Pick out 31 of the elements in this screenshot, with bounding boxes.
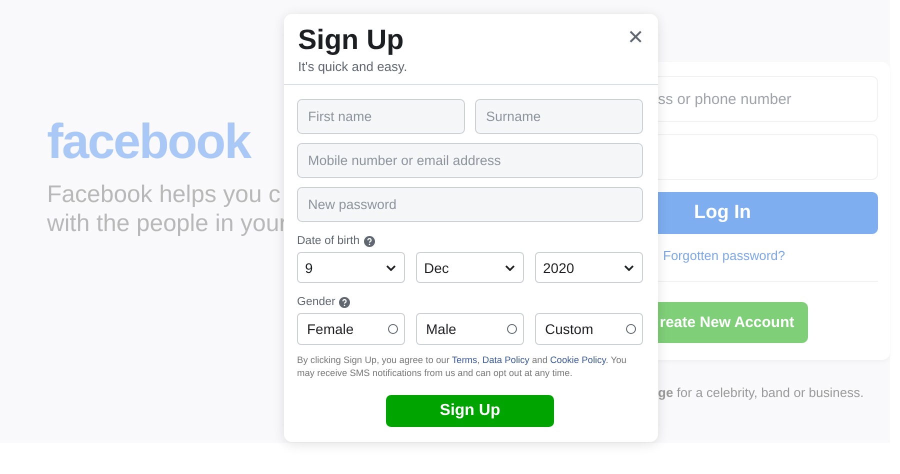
terms-link[interactable]: Data Policy <box>482 355 530 365</box>
contact-field[interactable]: Mobile number or email address <box>297 143 643 178</box>
name-field[interactable]: Surname <box>475 99 643 134</box>
terms-link[interactable]: Terms <box>452 355 478 365</box>
chevron-down-icon <box>624 264 634 270</box>
dialog-subtitle: It's quick and easy. <box>298 59 408 74</box>
gender-option[interactable]: Female <box>297 313 405 345</box>
new-password-field[interactable]: New password <box>297 187 643 222</box>
date-select[interactable]: Dec <box>416 252 524 283</box>
help-icon[interactable] <box>364 236 375 246</box>
gender-label: Gender <box>297 296 336 308</box>
date-select[interactable]: 2020 <box>535 252 643 283</box>
dialog-title: Sign Up <box>298 24 405 56</box>
name-field[interactable]: First name <box>297 99 465 134</box>
logo: facebook <box>47 118 252 167</box>
help-icon[interactable] <box>339 296 350 308</box>
radio-button[interactable] <box>388 324 398 334</box>
terms-link[interactable]: Cookie Policy <box>550 355 606 365</box>
create-page-note: ge for a celebrity, band or business. <box>658 385 865 400</box>
close-button[interactable]: ✕ <box>625 24 646 50</box>
password-field[interactable] <box>658 134 878 180</box>
gender-option[interactable]: Custom <box>535 313 643 345</box>
date-select[interactable]: 9 <box>297 252 405 283</box>
chevron-down-icon <box>386 264 396 270</box>
gender-option[interactable]: Male <box>416 313 524 345</box>
dob-label: Date of birth <box>297 235 360 247</box>
chevron-down-icon <box>505 264 515 270</box>
terms-text: By clicking Sign Up, you agree to our Terms, Data Policy and Cookie Policy. You may receive SMS notifications from us and can opt out at any time. <box>297 354 628 380</box>
radio-button[interactable] <box>626 324 636 334</box>
tagline: Facebook helps you c with the people in your <box>47 180 287 238</box>
radio-button[interactable] <box>507 324 517 334</box>
